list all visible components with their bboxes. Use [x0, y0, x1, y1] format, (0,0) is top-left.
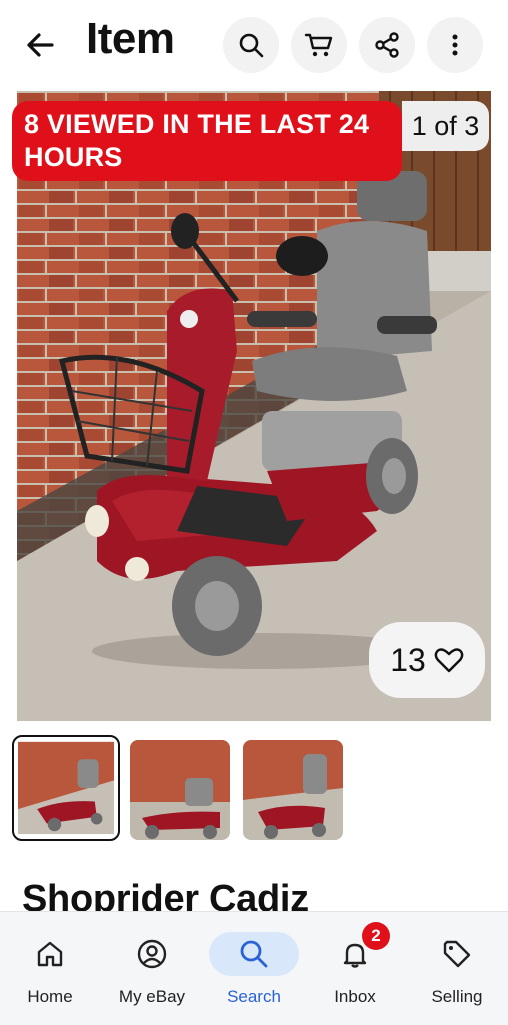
thumbnail-3[interactable] — [243, 740, 343, 840]
views-banner: 8 VIEWED IN THE LAST 24 HOURS — [12, 101, 402, 181]
home-icon — [37, 941, 63, 967]
scooter-thumbnail-image — [18, 741, 114, 835]
share-button[interactable] — [359, 17, 415, 73]
likes-count: 13 — [390, 641, 426, 678]
nav-selling[interactable]: Selling — [407, 912, 507, 1025]
nav-label: My eBay — [118, 987, 186, 1006]
image-counter: 1 of 3 — [402, 101, 489, 151]
search-button[interactable] — [223, 17, 279, 73]
search-icon-wrap — [209, 932, 299, 976]
arrow-left-icon[interactable] — [22, 27, 58, 63]
inbox-badge: 2 — [362, 922, 390, 950]
nav-home[interactable]: Home — [0, 912, 100, 1025]
cart-button[interactable] — [291, 17, 347, 73]
bottom-nav: Home My eBay Search 2 Inbox Selling — [0, 911, 508, 1025]
share-icon — [375, 32, 399, 58]
more-button[interactable] — [427, 17, 483, 73]
nav-search[interactable]: Search — [204, 912, 304, 1025]
nav-label: Selling — [431, 987, 483, 1006]
watchlist-button[interactable]: 13 — [369, 622, 485, 698]
scooter-thumbnail-image — [243, 740, 343, 840]
nav-my-ebay[interactable]: My eBay — [102, 912, 202, 1025]
user-circle-icon — [137, 939, 167, 969]
scooter-thumbnail-image — [130, 740, 230, 840]
more-vertical-icon — [452, 34, 458, 56]
user-icon-wrap — [107, 932, 197, 976]
thumbnail-1[interactable] — [12, 735, 120, 841]
tag-icon-wrap — [412, 932, 502, 976]
tag-icon — [443, 940, 471, 968]
cart-icon — [304, 33, 333, 57]
heart-icon — [434, 648, 464, 673]
page-title: Item — [86, 14, 175, 63]
home-icon-wrap — [5, 932, 95, 976]
thumbnail-2[interactable] — [130, 740, 230, 840]
search-icon — [239, 33, 264, 58]
nav-label: Inbox — [334, 987, 376, 1006]
nav-label: Search — [227, 987, 281, 1006]
nav-inbox[interactable]: 2 Inbox — [305, 912, 405, 1025]
nav-label: Home — [27, 987, 73, 1006]
top-bar: Item — [0, 0, 508, 90]
search-icon — [240, 940, 268, 968]
